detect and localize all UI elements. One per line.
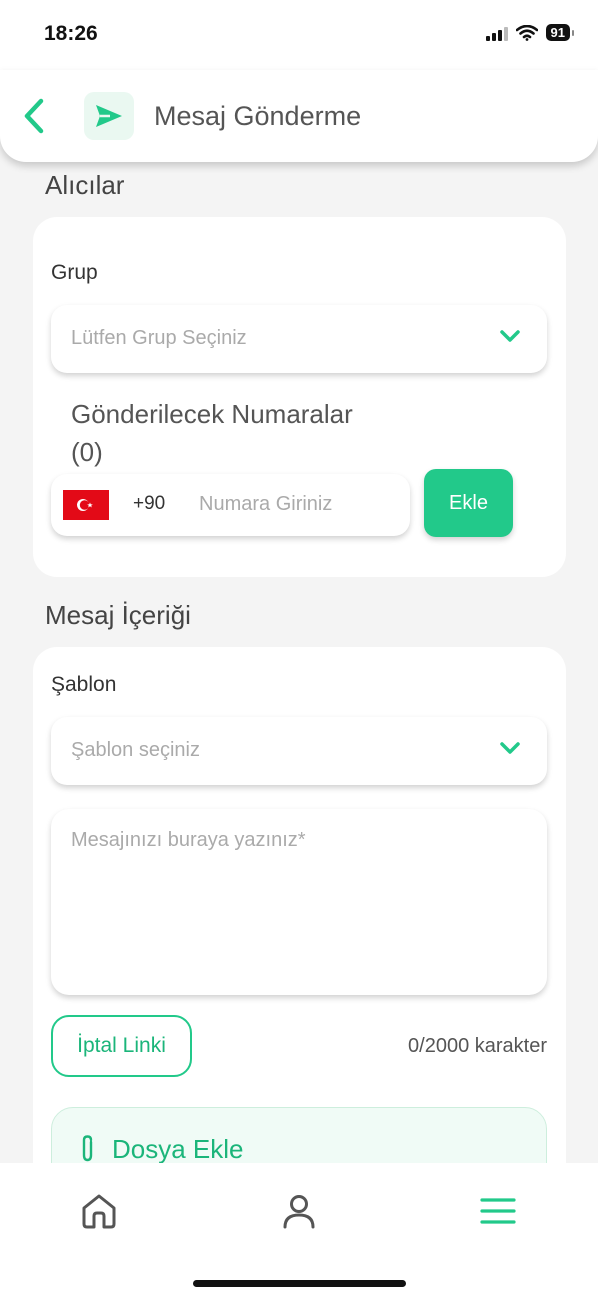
dial-code: +90 [133,493,166,514]
cancel-link-button[interactable]: İptal Linki [51,1015,192,1077]
bottom-navigation [0,1163,598,1300]
message-card: Şablon Şablon seçiniz Mesajınızı buraya … [33,647,566,1217]
nav-menu[interactable] [476,1189,520,1233]
recipients-section-title: Alıcılar [45,170,125,200]
chevron-down-icon [500,330,520,342]
attach-file-label: Dosya Ekle [112,1134,244,1164]
back-button[interactable] [18,96,50,136]
message-textarea[interactable]: Mesajınızı buraya yazınız* [51,809,547,995]
phone-number-placeholder: Numara Giriniz [199,493,333,515]
recipients-card: Grup Lütfen Grup Seçiniz Gönderilecek Nu… [33,217,566,577]
phone-number-field[interactable]: +90 Numara Giriniz [51,474,410,536]
numbers-count: (0) [71,437,103,467]
add-number-button[interactable]: Ekle [424,469,513,537]
paperclip-icon [82,1135,93,1162]
send-icon [96,105,122,127]
group-select-placeholder: Lütfen Grup Seçiniz [71,327,247,349]
profile-icon [283,1195,315,1229]
group-select[interactable]: Lütfen Grup Seçiniz [51,305,547,373]
cellular-signal-icon [485,25,508,41]
nav-profile[interactable] [277,1189,321,1233]
chevron-left-icon [24,98,44,134]
home-icon [82,1194,116,1229]
numbers-label-text: Gönderilecek Numaralar [71,399,353,429]
template-select[interactable]: Şablon seçiniz [51,717,547,785]
page-title: Mesaj Gönderme [154,101,362,131]
template-label: Şablon [51,673,117,696]
message-section-title: Mesaj İçeriği [45,600,191,630]
template-select-placeholder: Şablon seçiniz [71,739,200,761]
battery-indicator: 91 [545,24,575,41]
wifi-icon [515,24,538,41]
turkey-flag-icon [63,490,109,520]
nav-home[interactable] [77,1189,121,1233]
status-time: 18:26 [44,22,98,45]
app-header: Mesaj Gönderme [0,70,598,162]
message-textarea-placeholder: Mesajınızı buraya yazınız* [71,829,306,851]
status-icons: 91 [485,24,575,41]
character-counter: 0/2000 karakter [408,1035,547,1057]
status-bar: 18:26 91 [0,0,598,70]
home-indicator [193,1280,406,1287]
header-icon-box [84,92,134,140]
numbers-label: Gönderilecek Numaralar (0) [71,395,353,471]
menu-icon [480,1198,516,1224]
chevron-down-icon [500,742,520,754]
group-label: Grup [51,261,98,284]
